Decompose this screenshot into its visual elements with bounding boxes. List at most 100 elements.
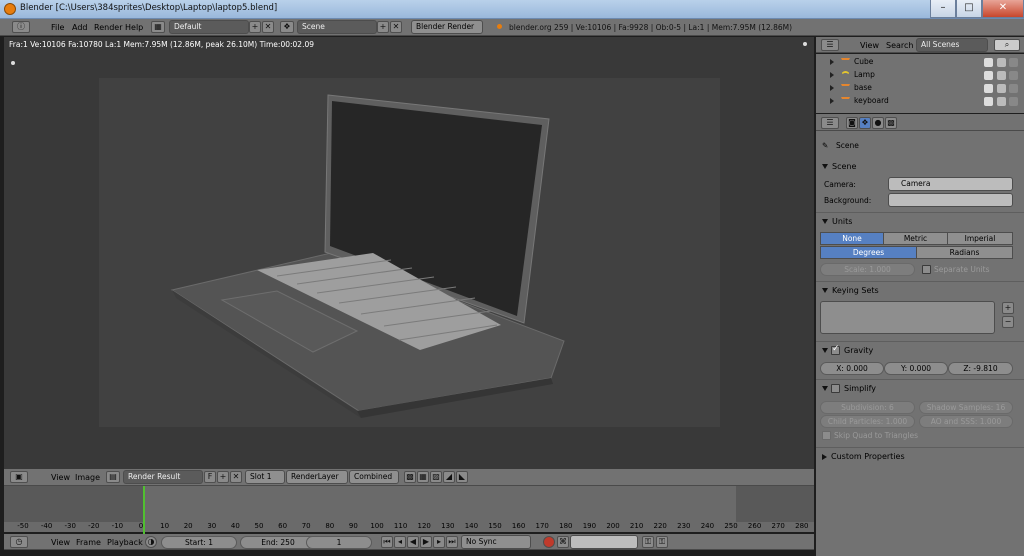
- outliner-display-select[interactable]: All Scenes: [916, 38, 988, 52]
- outliner-search-icon[interactable]: ⌕: [994, 39, 1020, 51]
- scene-field[interactable]: Scene: [297, 20, 377, 34]
- shadow-samples-field[interactable]: Shadow Samples: 16: [919, 401, 1013, 414]
- unlink-image-button[interactable]: ✕: [230, 471, 242, 483]
- delete-keyframe-icon[interactable]: ⚿: [656, 536, 668, 548]
- editor-type-properties-icon[interactable]: ☰: [821, 117, 839, 129]
- remove-layout-button[interactable]: ✕: [262, 21, 274, 33]
- corner-widget-icon[interactable]: [803, 42, 807, 46]
- add-scene-button[interactable]: +: [377, 21, 389, 33]
- editor-type-image-icon[interactable]: ▣: [10, 471, 28, 483]
- ao-sss-field[interactable]: AO and SSS: 1.000: [919, 415, 1013, 428]
- current-frame-field[interactable]: 1: [306, 536, 372, 549]
- screen-layout-field[interactable]: Default: [169, 20, 249, 34]
- render-camera-icon[interactable]: [1009, 97, 1018, 106]
- outliner-menu-view[interactable]: View: [860, 41, 879, 50]
- unit-system-imperial[interactable]: Imperial: [947, 232, 1013, 245]
- jump-start-icon[interactable]: ⏮: [381, 536, 393, 548]
- maximize-button[interactable]: □: [956, 0, 982, 18]
- simplify-checkbox[interactable]: [831, 384, 840, 393]
- menu-view[interactable]: View: [51, 538, 70, 547]
- outliner-menu-search[interactable]: Search: [886, 41, 913, 50]
- add-keying-set-button[interactable]: +: [1002, 302, 1014, 314]
- scene-icon[interactable]: ❖: [280, 21, 294, 33]
- new-image-button[interactable]: +: [217, 471, 229, 483]
- menu-image[interactable]: Image: [75, 473, 100, 482]
- jump-end-icon[interactable]: ⏭: [446, 536, 458, 548]
- pin-image-icon[interactable]: ◣: [456, 471, 468, 483]
- selectability-icon[interactable]: [997, 84, 1006, 93]
- sync-mode-select[interactable]: No Sync: [461, 535, 531, 549]
- fake-user-button[interactable]: F: [204, 471, 216, 483]
- unit-system-none[interactable]: None: [820, 232, 884, 245]
- remove-keying-set-button[interactable]: −: [1002, 316, 1014, 328]
- view-pin-icon[interactable]: [11, 61, 15, 65]
- outliner-item-keyboard[interactable]: keyboard: [816, 95, 1018, 108]
- unit-system-metric[interactable]: Metric: [883, 232, 948, 245]
- outliner-item-lamp[interactable]: Lamp: [816, 69, 1018, 82]
- render-tab-icon[interactable]: ◙: [846, 117, 858, 129]
- gravity-z-field[interactable]: Z: -9.810: [948, 362, 1013, 375]
- end-frame-field[interactable]: End: 250: [240, 536, 316, 549]
- keying-set-field[interactable]: [570, 535, 638, 549]
- draw-channels-icon[interactable]: ▩: [404, 471, 416, 483]
- selectability-icon[interactable]: [997, 58, 1006, 67]
- menu-file[interactable]: File: [51, 23, 64, 32]
- menu-playback[interactable]: Playback: [107, 538, 143, 547]
- slot-select[interactable]: Slot 1: [245, 470, 285, 484]
- visibility-eye-icon[interactable]: [984, 84, 993, 93]
- render-pass-select[interactable]: Combined: [349, 470, 399, 484]
- scene-panel-header[interactable]: Scene: [822, 162, 856, 171]
- record-icon[interactable]: [543, 536, 555, 548]
- expand-icon[interactable]: [830, 98, 834, 104]
- insert-keyframe-icon[interactable]: ⚿: [642, 536, 654, 548]
- expand-icon[interactable]: [830, 85, 834, 91]
- child-particles-field[interactable]: Child Particles: 1.000: [820, 415, 915, 428]
- world-tab-icon[interactable]: ●: [872, 117, 884, 129]
- texture-tab-icon[interactable]: ▩: [885, 117, 897, 129]
- visibility-eye-icon[interactable]: [984, 58, 993, 67]
- minimize-button[interactable]: –: [930, 0, 956, 18]
- keying-set-icon[interactable]: ⌘: [557, 536, 569, 548]
- gravity-y-field[interactable]: Y: 0.000: [884, 362, 948, 375]
- gravity-checkbox[interactable]: [831, 344, 840, 355]
- rotation-degrees[interactable]: Degrees: [820, 246, 917, 259]
- expand-icon[interactable]: [830, 59, 834, 65]
- menu-view[interactable]: View: [51, 473, 70, 482]
- units-panel-header[interactable]: Units: [822, 217, 852, 226]
- editor-type-info-icon[interactable]: ⓘ: [12, 21, 30, 33]
- render-layer-select[interactable]: RenderLayer: [286, 470, 348, 484]
- outliner-item-cube[interactable]: Cube: [816, 56, 1018, 69]
- image-browse-icon[interactable]: ▤: [106, 471, 120, 483]
- menu-add[interactable]: Add: [72, 23, 88, 32]
- scene-tab-icon[interactable]: ❖: [859, 117, 871, 129]
- skip-quad-checkbox[interactable]: [822, 431, 831, 440]
- selectability-icon[interactable]: [997, 71, 1006, 80]
- keying-sets-list[interactable]: [820, 301, 995, 334]
- next-keyframe-icon[interactable]: ▸: [433, 536, 445, 548]
- remove-scene-button[interactable]: ✕: [390, 21, 402, 33]
- camera-field[interactable]: Camera: [888, 177, 1013, 191]
- unit-scale-field[interactable]: Scale: 1.000: [820, 263, 915, 276]
- menu-frame[interactable]: Frame: [76, 538, 101, 547]
- preview-range-icon[interactable]: ◑: [145, 536, 157, 548]
- close-button[interactable]: ✕: [982, 0, 1024, 18]
- render-camera-icon[interactable]: [1009, 71, 1018, 80]
- visibility-eye-icon[interactable]: [984, 71, 993, 80]
- custom-properties-panel-header[interactable]: Custom Properties: [822, 452, 905, 461]
- image-name-field[interactable]: Render Result: [123, 470, 203, 484]
- curve-icon[interactable]: ◢: [443, 471, 455, 483]
- z-buffer-icon[interactable]: ▨: [430, 471, 442, 483]
- render-camera-icon[interactable]: [1009, 84, 1018, 93]
- editor-type-outliner-icon[interactable]: ☰: [821, 39, 839, 51]
- keying-sets-panel-header[interactable]: Keying Sets: [822, 286, 879, 295]
- editor-type-timeline-icon[interactable]: ◷: [10, 536, 28, 548]
- menu-help[interactable]: Help: [125, 23, 143, 32]
- expand-icon[interactable]: [830, 72, 834, 78]
- screen-layout-icon[interactable]: ▦: [151, 21, 165, 33]
- background-field[interactable]: [888, 193, 1013, 207]
- alpha-icon[interactable]: ▦: [417, 471, 429, 483]
- selectability-icon[interactable]: [997, 97, 1006, 106]
- rotation-radians[interactable]: Radians: [916, 246, 1013, 259]
- gravity-x-field[interactable]: X: 0.000: [820, 362, 884, 375]
- play-reverse-icon[interactable]: ◀: [407, 536, 419, 548]
